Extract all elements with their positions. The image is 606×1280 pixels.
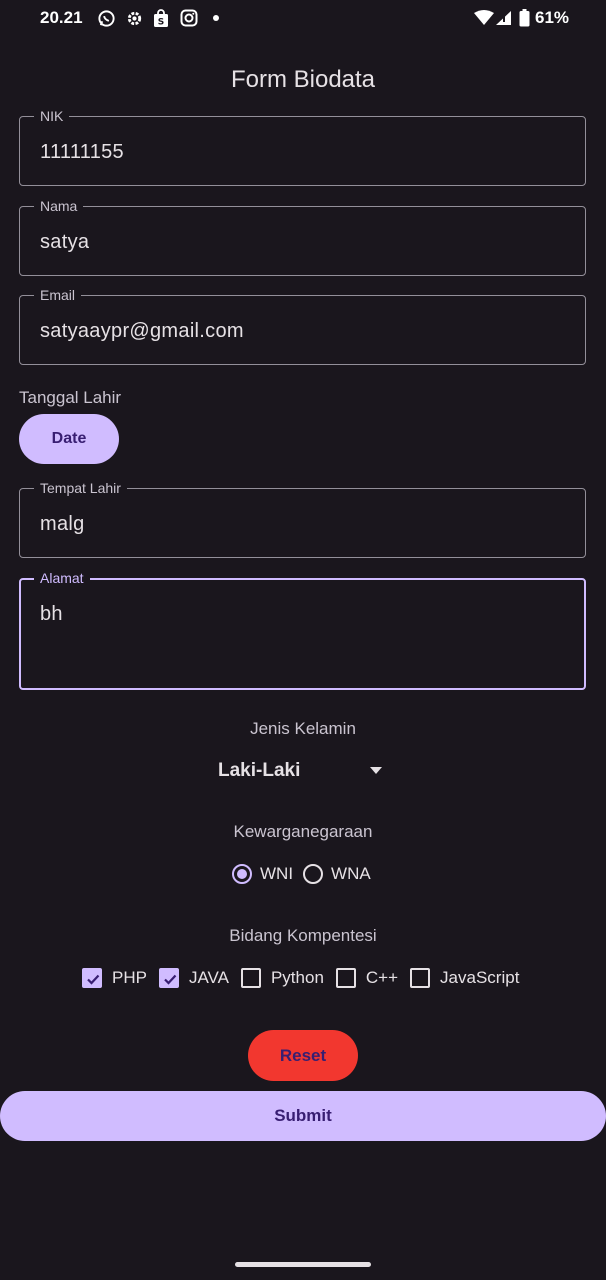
- battery-percentage: 61%: [535, 8, 570, 27]
- checkbox-php[interactable]: [82, 968, 102, 988]
- checkbox-java[interactable]: [158, 968, 179, 988]
- settings-icon: [124, 8, 144, 28]
- radio-wna[interactable]: [303, 864, 324, 884]
- checkbox-javascript[interactable]: [410, 968, 431, 988]
- dot-icon: [206, 8, 226, 28]
- alamat-label: Alamat: [34, 569, 90, 587]
- date-button[interactable]: Date: [19, 414, 119, 464]
- jenis-kelamin-label: Jenis Kelamin: [250, 719, 356, 738]
- radio-wna-label[interactable]: WNA: [331, 864, 371, 884]
- wifi-icon: [474, 8, 494, 28]
- kewarganegaraan-label: Kewarganegaraan: [233, 822, 373, 841]
- nik-field[interactable]: NIK 11111155: [19, 107, 586, 186]
- nik-value: 11111155: [40, 141, 124, 163]
- tempat-lahir-field[interactable]: Tempat Lahir malg: [19, 479, 586, 558]
- bidang-kompetensi-label: Bidang Kompentesi: [229, 926, 377, 945]
- shopping-bag-icon: S: [151, 8, 171, 28]
- checkbox-cpp-label[interactable]: C++: [366, 968, 398, 988]
- email-value: satyaaypr@gmail.com: [40, 320, 244, 342]
- reset-button[interactable]: Reset: [248, 1030, 358, 1081]
- battery-icon: [514, 8, 534, 28]
- home-indicator[interactable]: [235, 1262, 371, 1267]
- submit-button[interactable]: Submit: [0, 1091, 606, 1141]
- nama-label: Nama: [34, 197, 84, 215]
- checkbox-python-label[interactable]: Python: [271, 968, 324, 988]
- radio-wni-label[interactable]: WNI: [260, 864, 293, 884]
- check-icon: [87, 974, 100, 985]
- dropdown-arrow-icon: [370, 767, 382, 774]
- tanggal-lahir-label: Tanggal Lahir: [19, 388, 122, 407]
- whatsapp-icon: [96, 8, 116, 28]
- email-label: Email: [34, 286, 82, 304]
- tempat-lahir-value: malg: [40, 513, 85, 535]
- checkbox-javascript-label[interactable]: JavaScript: [440, 968, 519, 988]
- checkbox-java-label[interactable]: JAVA: [189, 968, 229, 988]
- alamat-field[interactable]: Alamat bh: [19, 569, 586, 690]
- jenis-kelamin-selected: Laki-Laki: [218, 760, 301, 781]
- checkbox-cpp[interactable]: [335, 968, 356, 988]
- bidang-kompetensi-group: PHP JAVA Python C++ JavaScript: [82, 964, 531, 992]
- radio-wni[interactable]: [232, 864, 252, 884]
- jenis-kelamin-dropdown[interactable]: Laki-Laki: [218, 756, 388, 786]
- nama-field[interactable]: Nama satya: [19, 197, 586, 276]
- checkbox-python[interactable]: [240, 968, 261, 988]
- tempat-lahir-label: Tempat Lahir: [34, 479, 127, 497]
- nik-label: NIK: [34, 107, 70, 125]
- checkbox-php-label[interactable]: PHP: [112, 968, 147, 988]
- alamat-value: bh: [40, 603, 63, 625]
- status-time: 20.21: [40, 8, 83, 27]
- page-title: Form Biodata: [230, 66, 376, 93]
- check-icon: [164, 974, 177, 985]
- signal-icon: [493, 8, 513, 28]
- instagram-icon: [179, 8, 199, 28]
- kewarganegaraan-radio-group: WNI WNA: [232, 860, 381, 888]
- svg-text:S: S: [158, 17, 164, 27]
- nama-value: satya: [40, 231, 90, 253]
- email-field[interactable]: Email satyaaypr@gmail.com: [19, 286, 586, 365]
